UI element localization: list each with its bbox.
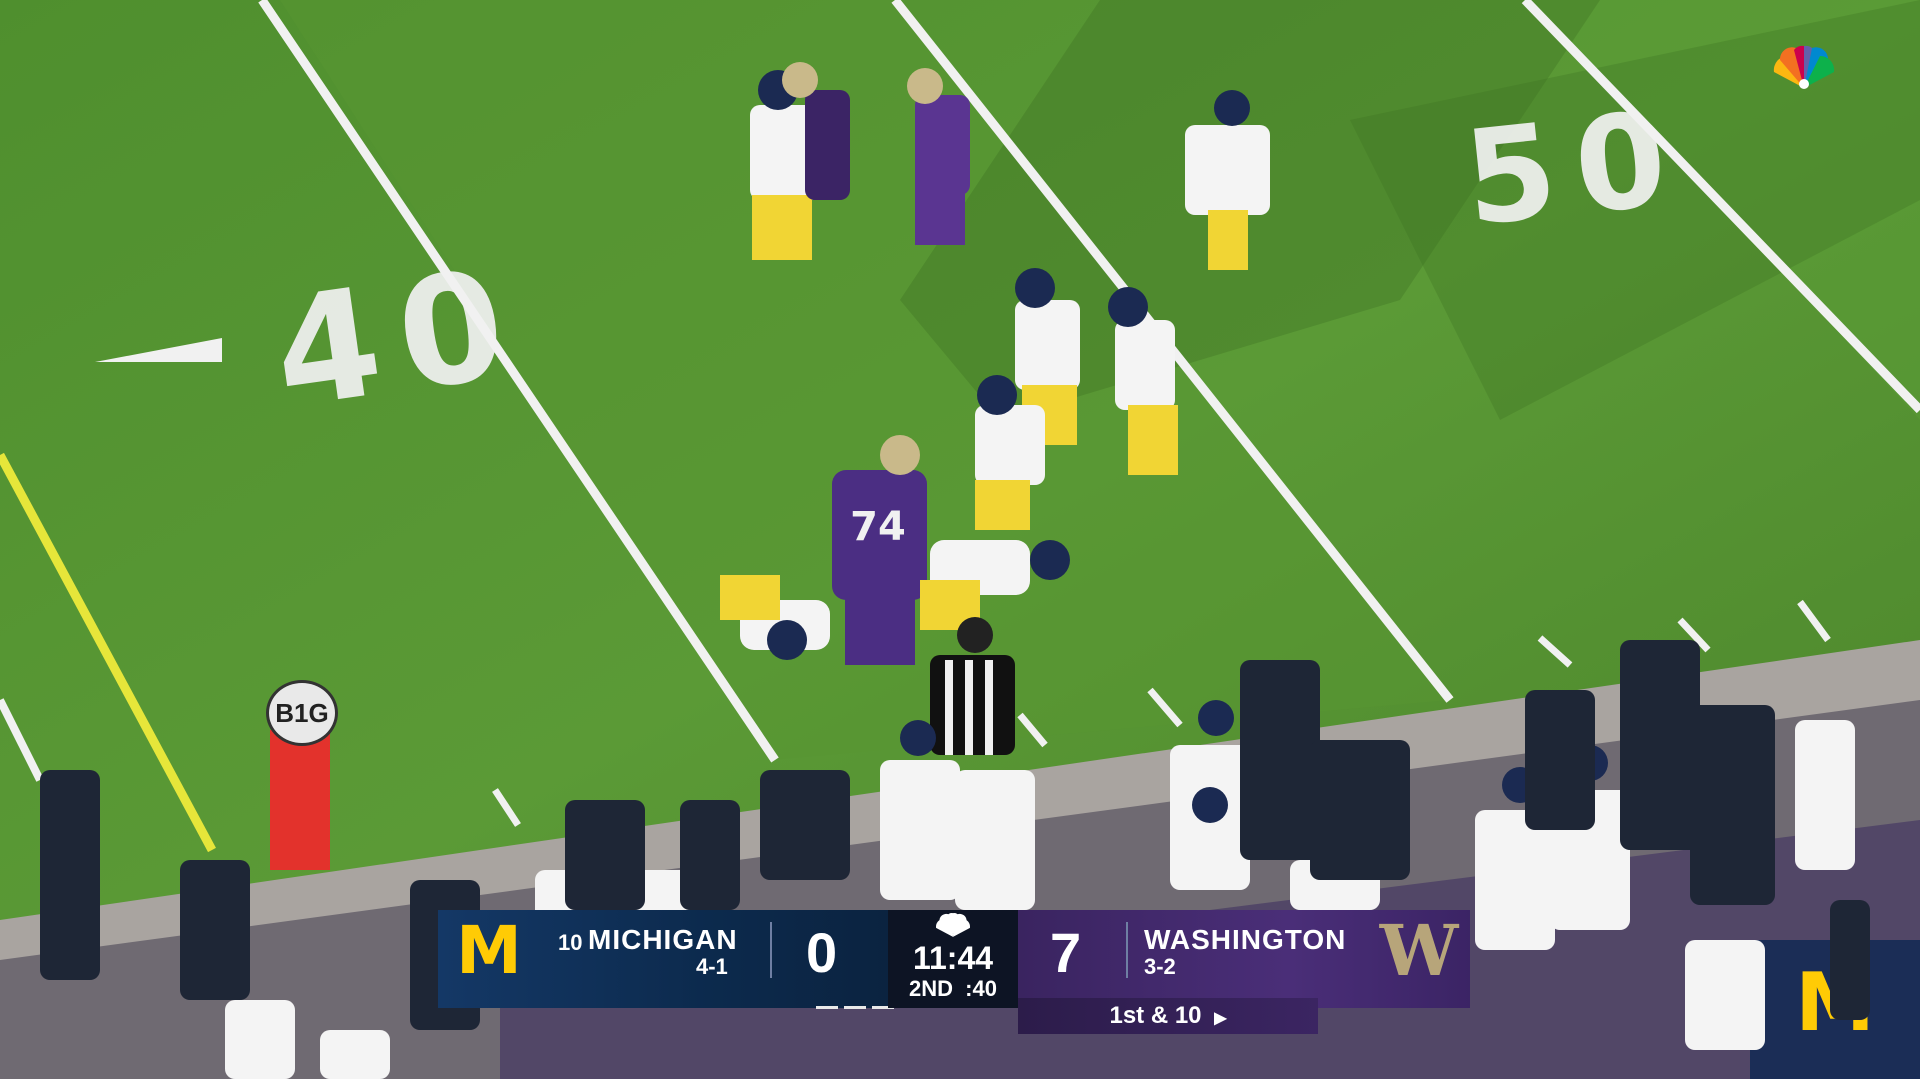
home-team-record: 3-2 — [1144, 954, 1176, 979]
washington-player — [907, 68, 970, 245]
away-team-record: 4-1 — [696, 954, 728, 979]
away-timeouts — [816, 996, 896, 1009]
quarter-and-play-clock: 2ND :40 — [888, 976, 1018, 1002]
washington-lineman-74: 74 — [832, 435, 927, 665]
play-arrow-icon: ▶ — [1214, 1010, 1227, 1027]
score-divider — [1126, 922, 1128, 978]
referee — [930, 617, 1015, 755]
away-team-name: MICHIGAN — [588, 924, 738, 955]
michigan-player — [1185, 90, 1270, 270]
nbc-peacock-icon — [935, 913, 971, 937]
down-distance-label: 1st & 10 — [1109, 1002, 1202, 1029]
home-team-name: WASHINGTON — [1144, 924, 1347, 955]
quarter: 2ND — [909, 976, 954, 1001]
game-clock-panel: 11:44 2ND :40 — [888, 910, 1018, 1008]
scorebug: M 10 MICHIGAN 4-1 0 11:44 2ND :40 7 WASH… — [438, 909, 1470, 1034]
game-clock: 11:44 — [912, 940, 994, 976]
play-clock: :40 — [965, 976, 997, 1001]
home-team-panel: 7 WASHINGTON 3-2 W — [1018, 909, 1470, 1009]
away-team-score: 0 — [806, 921, 838, 984]
game-broadcast-frame: M 40 50 — [0, 0, 1920, 1079]
michigan-player — [1108, 287, 1178, 475]
away-team-rank: 10 — [558, 930, 583, 955]
down-and-distance: 1st & 10 ▶ — [1018, 998, 1318, 1034]
home-team-score: 7 — [1050, 921, 1082, 984]
score-divider — [770, 922, 772, 978]
svg-text:74: 74 — [850, 504, 906, 550]
sideline-pylon — [270, 730, 330, 870]
away-team-panel: M 10 MICHIGAN 4-1 0 — [438, 910, 894, 1009]
michigan-block-m-logo: M — [456, 912, 522, 989]
nbc-peacock-icon — [1773, 45, 1835, 89]
washington-w-logo: W — [1379, 909, 1459, 992]
big-ten-logo-icon: B1G — [266, 680, 338, 746]
